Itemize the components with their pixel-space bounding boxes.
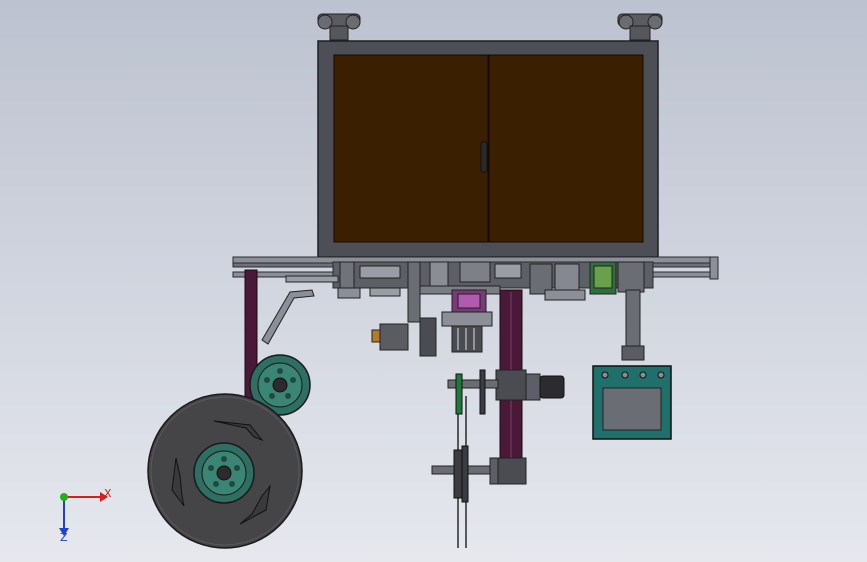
center-press-unit xyxy=(441,289,493,353)
x-axis-label: X xyxy=(104,487,112,500)
pulley-shaft xyxy=(431,369,499,548)
large-wheel xyxy=(147,393,303,549)
control-box xyxy=(592,289,672,440)
z-axis-label: Z xyxy=(60,531,68,544)
drive-motor xyxy=(525,373,565,401)
top-caster-right xyxy=(617,13,663,41)
cad-viewport[interactable]: X Z xyxy=(0,0,867,562)
coordinate-triad: X Z xyxy=(59,487,112,544)
machine-model-view: X Z xyxy=(59,13,719,549)
servo-motor xyxy=(371,317,437,357)
top-caster-left xyxy=(317,13,361,41)
center-column xyxy=(495,289,527,485)
cabinet xyxy=(317,40,659,258)
